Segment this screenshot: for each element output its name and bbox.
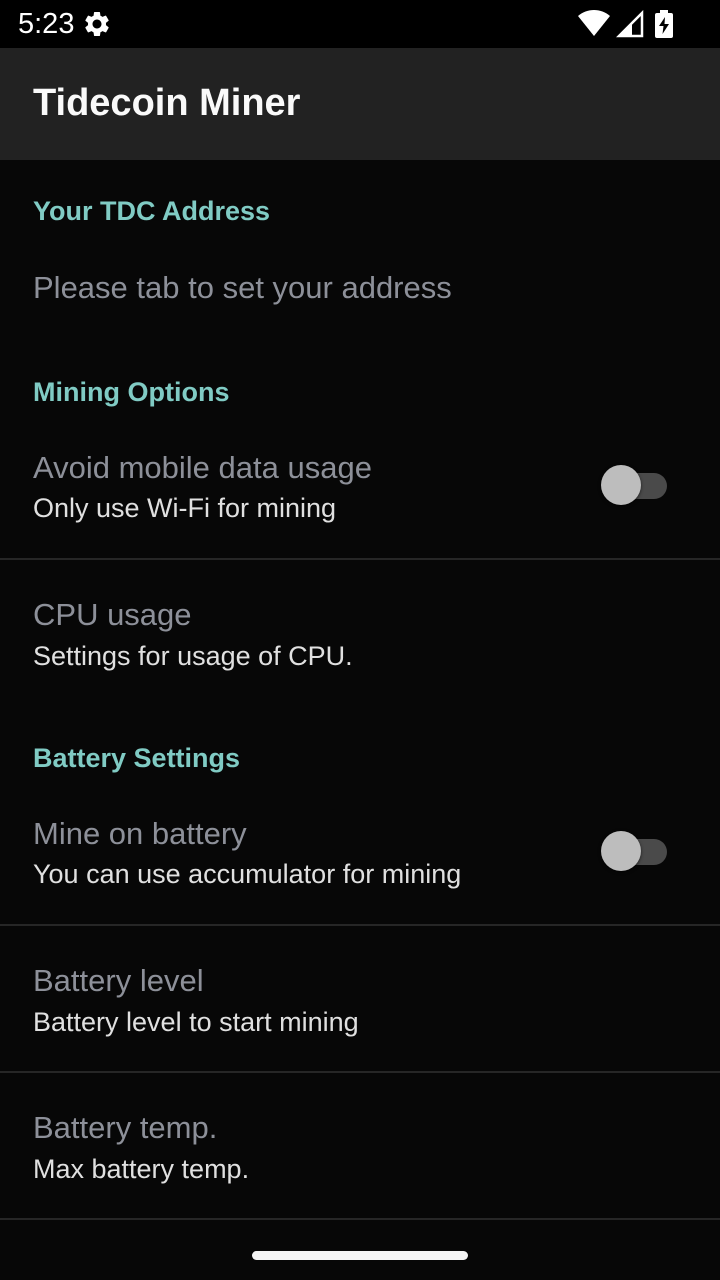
pref-avoid-mobile-data[interactable]: Avoid mobile data usage Only use Wi-Fi f… [0, 432, 720, 558]
pref-battery-temp[interactable]: Battery temp. Max battery temp. [0, 1073, 720, 1218]
pref-mine-on-battery[interactable]: Mine on battery You can use accumulator … [0, 798, 720, 924]
pref-summary: Only use Wi-Fi for mining [33, 493, 337, 523]
divider [0, 1218, 720, 1220]
pref-summary: Settings for usage of CPU. [33, 641, 353, 671]
category-header-address: Your TDC Address [33, 196, 271, 226]
pref-tdc-address[interactable]: Please tab to set your address [0, 250, 720, 326]
switch-thumb [601, 465, 641, 505]
pref-title: Battery level [33, 963, 204, 998]
status-icons [578, 10, 698, 38]
mine-on-battery-switch[interactable] [601, 831, 667, 871]
category-header-battery: Battery Settings [33, 743, 241, 773]
screen: 5:23 Tidecoin Miner Your TDC Address Ple… [0, 0, 720, 1280]
pref-title: CPU usage [33, 597, 192, 632]
signal-icon [616, 10, 644, 38]
switch-thumb [601, 831, 641, 871]
pref-battery-level[interactable]: Battery level Battery level to start min… [0, 926, 720, 1071]
pref-summary: You can use accumulator for mining [33, 859, 462, 889]
pref-title: Battery temp. [33, 1110, 218, 1145]
pref-title: Please tab to set your address [33, 270, 452, 305]
pref-summary: Battery level to start mining [33, 1007, 359, 1037]
category-header-mining: Mining Options [33, 377, 230, 407]
status-bar: 5:23 [0, 0, 720, 48]
battery-charging-icon [655, 10, 673, 38]
pref-title: Avoid mobile data usage [33, 450, 372, 485]
status-time: 5:23 [18, 8, 75, 40]
wifi-icon [578, 10, 610, 36]
pref-summary: Max battery temp. [33, 1154, 250, 1184]
pref-cpu-usage[interactable]: CPU usage Settings for usage of CPU. [0, 560, 720, 700]
app-bar: Tidecoin Miner [0, 48, 720, 160]
gesture-nav-handle[interactable] [252, 1251, 468, 1260]
pref-title: Mine on battery [33, 816, 247, 851]
settings-gear-icon [85, 11, 109, 37]
avoid-mobile-data-switch[interactable] [601, 465, 667, 505]
app-title: Tidecoin Miner [33, 82, 301, 124]
